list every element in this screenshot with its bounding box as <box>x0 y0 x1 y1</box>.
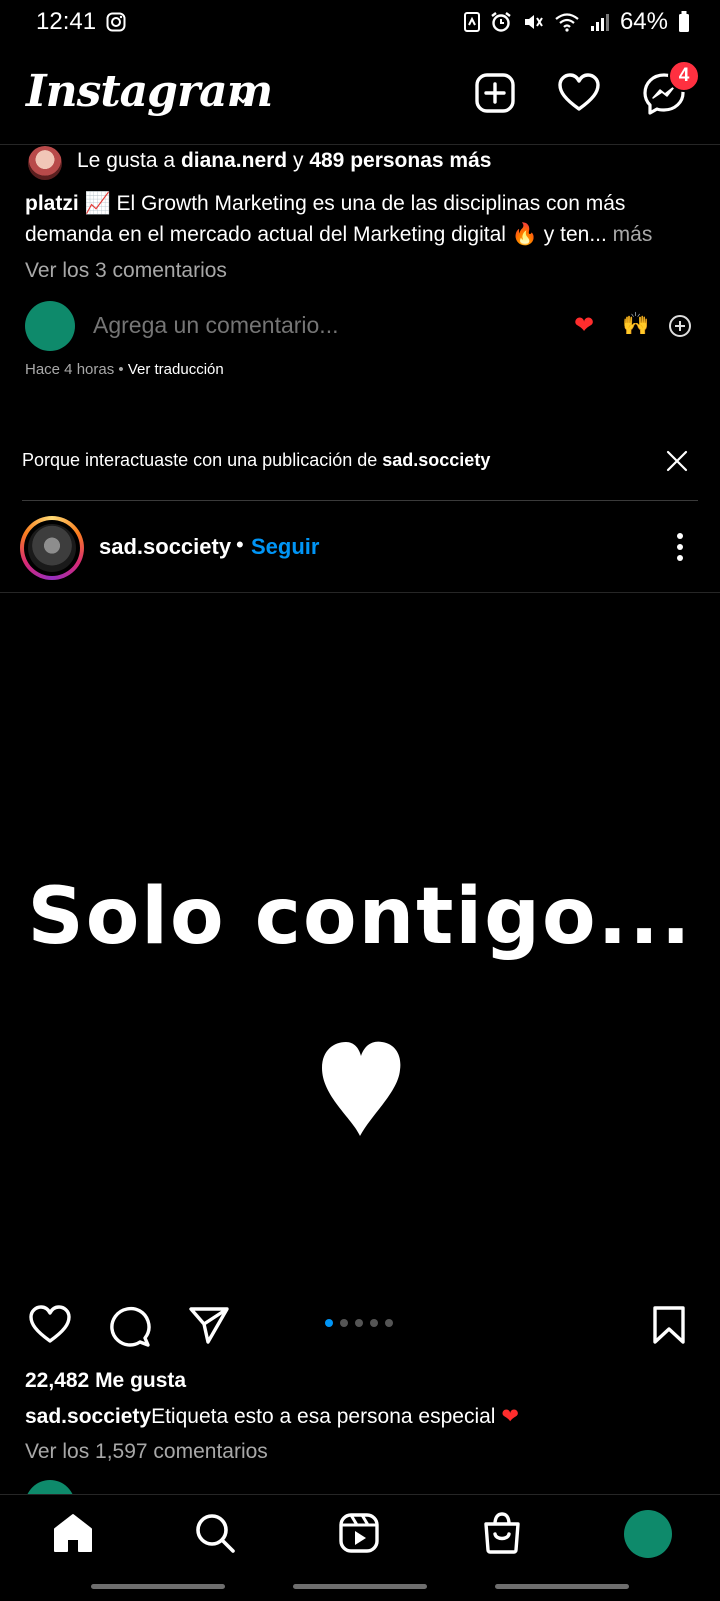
post-image-text: Solo contigo... <box>27 872 693 962</box>
chart-emoji: 📈 <box>84 192 111 215</box>
plus-square-icon[interactable] <box>474 72 516 114</box>
close-icon[interactable] <box>666 450 688 472</box>
avatar[interactable] <box>28 524 76 572</box>
instagram-icon <box>106 12 126 32</box>
quick-reaction-hands[interactable]: 🙌 <box>622 311 649 337</box>
gesture-bar-center[interactable] <box>293 1584 427 1589</box>
follow-button[interactable]: Seguir <box>251 534 319 560</box>
caption-tail: y ten... <box>543 223 607 246</box>
add-reaction-icon[interactable] <box>668 314 692 338</box>
shop-icon[interactable] <box>482 1512 522 1554</box>
caption-user[interactable]: sad.socciety <box>25 1405 151 1428</box>
username-separator: • <box>236 532 244 557</box>
quick-reaction-heart[interactable]: ❤ <box>574 311 594 340</box>
caption-more-link[interactable]: más <box>613 223 653 246</box>
share-icon[interactable] <box>188 1305 230 1345</box>
suggestion-text: Porque interactuaste con una publicación… <box>22 450 378 470</box>
chevron-down-icon[interactable] <box>233 92 253 106</box>
gesture-bar-right <box>495 1584 629 1589</box>
heart-icon[interactable] <box>557 72 601 114</box>
gesture-bar-left <box>91 1584 225 1589</box>
view-comments-link[interactable]: Ver los 3 comentarios <box>25 259 227 283</box>
status-icons: 64% <box>463 8 690 36</box>
battery-icon <box>678 11 690 33</box>
liked-by-user[interactable]: diana.nerd <box>181 149 287 172</box>
carousel-indicator <box>325 1319 393 1327</box>
home-icon[interactable] <box>52 1512 94 1554</box>
carousel-dot <box>325 1319 333 1327</box>
liker-avatar[interactable] <box>28 146 62 180</box>
post-caption[interactable]: sad.soccietyEtiqueta esto a esa persona … <box>25 1404 519 1429</box>
time-ago: Hace 4 horas <box>25 361 115 378</box>
fire-emoji: 🔥 <box>511 223 538 246</box>
carousel-dot <box>355 1319 363 1327</box>
avatar <box>25 301 75 351</box>
likes-prefix: Le gusta a <box>77 149 176 172</box>
likes-others[interactable]: 489 personas más <box>309 149 491 172</box>
likes-and: y <box>292 149 304 172</box>
reels-icon[interactable] <box>338 1512 380 1554</box>
suggestion-reason: Porque interactuaste con una publicación… <box>22 450 490 471</box>
comment-input[interactable] <box>93 312 533 339</box>
view-comments-link[interactable]: Ver los 1,597 comentarios <box>25 1440 268 1464</box>
carousel-dot <box>385 1319 393 1327</box>
alarm-icon <box>490 11 512 33</box>
profile-avatar[interactable] <box>624 1510 672 1558</box>
likes-summary[interactable]: Le gusta a diana.nerd y 489 personas más <box>77 149 491 173</box>
post-username[interactable]: sad.socciety <box>99 534 231 560</box>
header-divider <box>0 144 720 145</box>
translate-link[interactable]: Ver traducción <box>128 361 224 378</box>
meta-separator: • <box>118 361 124 378</box>
likes-count[interactable]: 22,482 Me gusta <box>25 1369 186 1393</box>
mute-icon <box>522 11 544 33</box>
suggestion-divider <box>22 500 698 501</box>
caption-user[interactable]: platzi <box>25 192 79 215</box>
caption-text: Etiqueta esto a esa persona especial <box>151 1405 496 1428</box>
suggestion-user[interactable]: sad.socciety <box>382 450 490 470</box>
nfc-icon <box>463 12 480 32</box>
signal-icon <box>590 12 610 32</box>
comment-icon[interactable] <box>108 1305 152 1347</box>
more-options-icon[interactable] <box>676 532 684 562</box>
carousel-dot <box>340 1319 348 1327</box>
post-meta: Hace 4 horas • Ver traducción <box>25 361 224 378</box>
like-icon[interactable] <box>28 1305 72 1345</box>
heart-emoji: ❤ <box>501 1405 519 1428</box>
wifi-icon <box>554 12 580 32</box>
status-time: 12:41 <box>36 8 97 35</box>
image-heart-graphic <box>318 1038 404 1138</box>
search-icon[interactable] <box>194 1512 236 1554</box>
carousel-dot <box>370 1319 378 1327</box>
battery-level: 64% <box>619 8 668 35</box>
messenger-badge: 4 <box>668 60 700 92</box>
save-icon[interactable] <box>652 1305 686 1345</box>
previous-caption[interactable]: platzi 📈 El Growth Marketing es una de l… <box>25 188 697 250</box>
